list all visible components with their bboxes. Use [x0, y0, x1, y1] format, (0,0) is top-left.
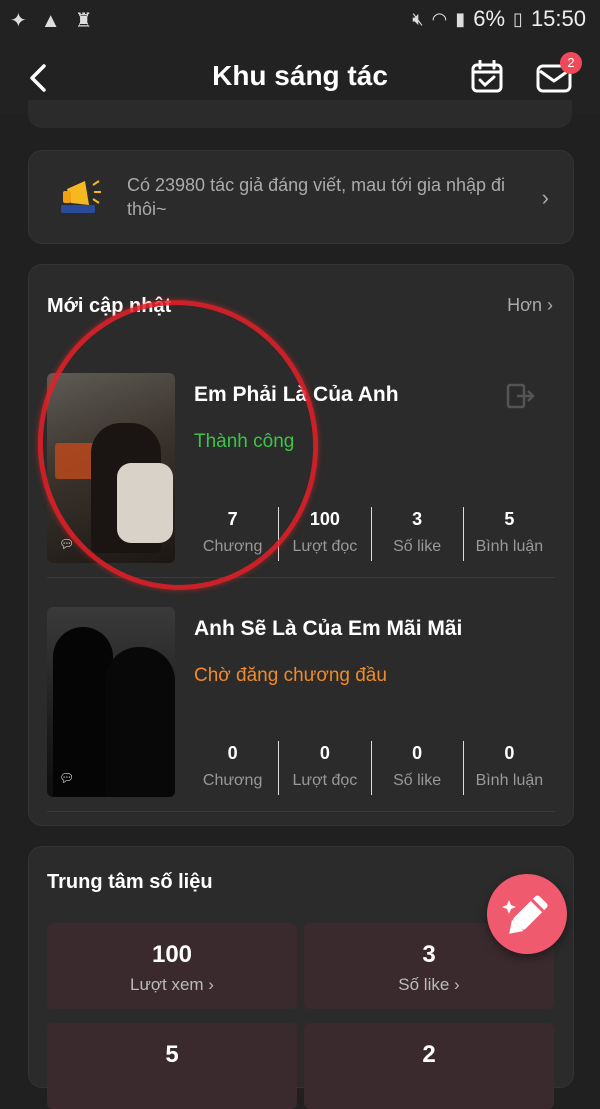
book-cover: 💬︎ [47, 373, 175, 563]
stat-tile[interactable]: 5 [47, 1023, 297, 1109]
divider [47, 577, 555, 578]
reads-label: Lượt đọc [292, 538, 358, 555]
warning-icon: ▲ [40, 10, 61, 32]
comments-label: Bình luận [475, 538, 544, 555]
book-title: Anh Sẽ Là Của Em Mãi Mãi [194, 617, 463, 640]
signal-icon: ▮ [455, 8, 466, 29]
calendar-check-icon[interactable] [470, 60, 504, 94]
likes-label: Số like [393, 772, 442, 789]
clock: 15:50 [530, 6, 586, 31]
page-title: Khu sáng tác [212, 60, 388, 91]
comments-count: 0 [504, 743, 515, 763]
book-item[interactable]: 💬︎ Anh Sẽ Là Của Em Mãi Mãi Chờ đăng chư… [47, 607, 555, 807]
write-button[interactable] [487, 874, 567, 954]
views-value: 100 [151, 941, 193, 968]
book-status: Thành công [194, 431, 295, 452]
chevron-right-icon: › [541, 185, 549, 210]
book-status: Chờ đăng chương đầu [194, 665, 387, 686]
pencil-sparkle-icon [502, 895, 548, 934]
more-link[interactable]: Hơn › [507, 295, 553, 316]
mail-badge: 2 [560, 52, 582, 74]
app-notification-icon: ♜ [74, 10, 93, 32]
wifi-icon: ◠ [431, 8, 448, 29]
book-item[interactable]: 💬︎ Em Phải Là Của Anh Thành công 7 Chương… [47, 373, 555, 573]
mute-icon: 🔇︎ [412, 8, 424, 29]
megaphone-icon [61, 180, 101, 213]
banner-text: Có 23980 tác giả đáng viết, mau tới gia … [127, 175, 506, 219]
status-bar: ✦ ▲ ♜ 🔇︎ ◠ ▮ 6% ▯ 15:50 [0, 0, 600, 42]
likes-count: 3 [412, 509, 423, 529]
comments-count: 5 [504, 509, 515, 529]
exit-icon[interactable] [505, 381, 535, 411]
notification-icon: ✦ [10, 10, 27, 32]
previous-card-edge [28, 100, 572, 128]
stat-value: 5 [165, 1041, 179, 1068]
battery-percent: 6% [473, 6, 506, 31]
comment-icon: 💬︎ [59, 537, 75, 551]
chapters-count: 7 [227, 509, 238, 529]
reads-count: 0 [319, 743, 330, 763]
divider [47, 811, 555, 812]
chapters-count: 0 [227, 743, 238, 763]
comments-label: Bình luận [475, 772, 544, 789]
stat-tile[interactable]: 2 [304, 1023, 554, 1109]
book-stats: 7 Chương 100 Lượt đọc 3 Số like 5 Bình luận [187, 507, 555, 561]
book-title: Em Phải Là Của Anh [194, 383, 399, 406]
chapters-label: Chương [202, 538, 263, 555]
authors-banner[interactable]: Có 23980 tác giả đáng viết, mau tới gia … [28, 150, 574, 244]
stat-value: 2 [422, 1041, 436, 1068]
recent-updates-section: Mới cập nhật Hơn › 💬︎ Em Phải Là Của Anh… [28, 264, 574, 826]
book-stats: 0 Chương 0 Lượt đọc 0 Số like 0 Bình luận [187, 741, 555, 795]
views-tile[interactable]: 100 Lượt xem › [47, 923, 297, 1009]
more-label: Hơn [507, 295, 542, 315]
reads-count: 100 [309, 509, 340, 529]
comment-icon: 💬︎ [59, 771, 75, 785]
views-label: Lượt xem [130, 975, 204, 994]
reads-label: Lượt đọc [292, 772, 358, 789]
likes-count: 0 [412, 743, 423, 763]
battery-icon: ▯ [513, 8, 523, 29]
chapters-label: Chương [202, 772, 263, 789]
likes-label: Số like [398, 975, 450, 994]
section-title: Mới cập nhật [47, 295, 172, 317]
book-cover: 💬︎ [47, 607, 175, 797]
likes-label: Số like [393, 538, 442, 555]
section-title: Trung tâm số liệu [47, 871, 213, 893]
